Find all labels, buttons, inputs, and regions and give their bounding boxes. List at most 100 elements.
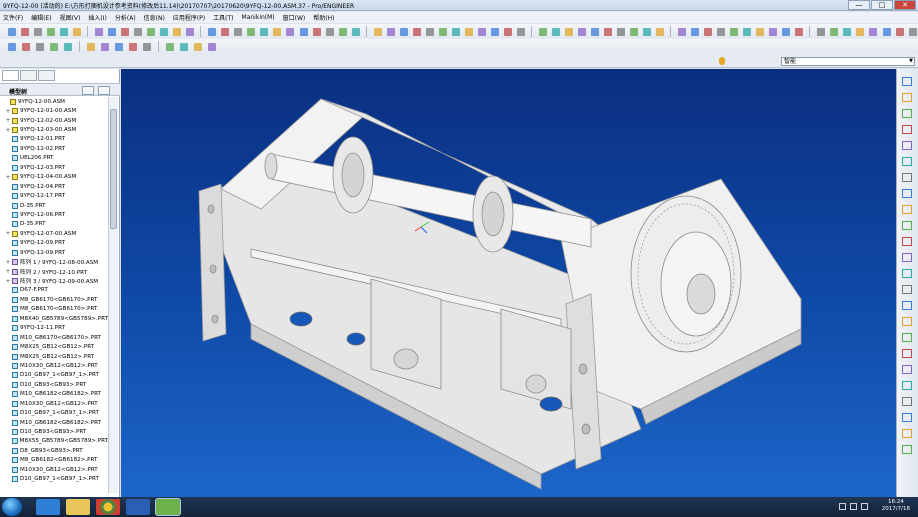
proe-icon[interactable] (155, 498, 181, 516)
toolbar-button-icon[interactable] (145, 26, 156, 38)
toolbar-button-icon[interactable] (141, 41, 153, 53)
toolbar-button-icon[interactable] (450, 26, 461, 38)
toolbar-button-icon[interactable] (463, 26, 474, 38)
sketch-tool-icon[interactable] (902, 397, 912, 406)
toolbar-button-icon[interactable] (854, 26, 865, 38)
tree-node[interactable]: D10_GB97_1<GB97_1>.PRT (0, 408, 108, 417)
sketch-tool-icon[interactable] (902, 157, 912, 166)
toolbar-button-icon[interactable] (589, 26, 600, 38)
toolbar-button-icon[interactable] (907, 26, 918, 38)
toolbar-button-icon[interactable] (127, 41, 139, 53)
word-icon[interactable] (126, 499, 150, 515)
sketch-tool-icon[interactable] (902, 445, 912, 454)
toolbar-button-icon[interactable] (398, 26, 409, 38)
toolbar-button-icon[interactable] (184, 26, 195, 38)
toolbar-button-icon[interactable] (489, 26, 500, 38)
toolbar-button-icon[interactable] (271, 26, 282, 38)
tray-network-icon[interactable] (850, 503, 857, 510)
toolbar-button-icon[interactable] (337, 26, 348, 38)
toolbar-button-icon[interactable] (372, 26, 383, 38)
sketch-tool-icon[interactable] (902, 365, 912, 374)
sketch-tool-icon[interactable] (902, 109, 912, 118)
tree-node[interactable]: D-35.PRT (0, 220, 108, 229)
toolbar-button-icon[interactable] (628, 26, 639, 38)
model-tree-scrollbar[interactable] (108, 97, 118, 493)
toolbar-button-icon[interactable] (192, 41, 204, 53)
toolbar-button-icon[interactable] (828, 26, 839, 38)
toolbar-button-icon[interactable] (32, 26, 43, 38)
tree-node[interactable]: +9YFQ-12-02-00.ASM (0, 116, 108, 125)
toolbar-button-icon[interactable] (602, 26, 613, 38)
chrome-icon[interactable] (96, 499, 120, 515)
settings-icon[interactable] (82, 86, 94, 95)
toolbar-button-icon[interactable] (6, 26, 17, 38)
toolbar-button-icon[interactable] (48, 41, 60, 53)
toolbar-button-icon[interactable] (767, 26, 778, 38)
tree-node[interactable]: M8X25_GB12<GB12>.PRT (0, 342, 108, 351)
sketch-tool-icon[interactable] (902, 125, 912, 134)
toolbar-button-icon[interactable] (62, 41, 74, 53)
tree-node[interactable]: M8_GB6170<GB6170>.PRT (0, 305, 108, 314)
toolbar-button-icon[interactable] (206, 41, 218, 53)
sketch-tool-icon[interactable] (902, 285, 912, 294)
toolbar-button-icon[interactable] (641, 26, 652, 38)
menu-help[interactable]: 帮助(H) (313, 13, 334, 22)
tree-node[interactable]: 9YFQ-12-06.PRT (0, 210, 108, 219)
graphics-viewport[interactable] (121, 69, 896, 497)
toolbar-button-icon[interactable] (676, 26, 687, 38)
sketch-tool-icon[interactable] (902, 301, 912, 310)
scroll-thumb[interactable] (110, 109, 117, 229)
toolbar-button-icon[interactable] (311, 26, 322, 38)
sketch-tool-icon[interactable] (902, 349, 912, 358)
toolbar-button-icon[interactable] (34, 41, 46, 53)
menu-window[interactable]: 窗口(W) (283, 13, 306, 22)
menu-edit[interactable]: 编辑(E) (31, 13, 51, 22)
tree-node[interactable]: M8X40_GB5789<GB5789>.PRT (0, 314, 108, 323)
expand-toggle[interactable]: + (4, 230, 12, 237)
sketch-tool-icon[interactable] (902, 269, 912, 278)
toolbar-button-icon[interactable] (45, 26, 56, 38)
sketch-tool-icon[interactable] (902, 93, 912, 102)
toolbar-button-icon[interactable] (385, 26, 396, 38)
toolbar-button-icon[interactable] (881, 26, 892, 38)
sketch-tool-icon[interactable] (902, 237, 912, 246)
sketch-tool-icon[interactable] (902, 429, 912, 438)
tree-node[interactable]: + 阵列 3 / 9YFQ-12-09-00.ASM (0, 276, 108, 286)
tree-node[interactable]: 9YFQ-12-09.PRT (0, 239, 108, 248)
tree-node[interactable]: D-35.PRT (0, 201, 108, 210)
minimize-button[interactable]: — (848, 0, 870, 10)
tree-node[interactable]: +9YFQ-12-01-00.ASM (0, 106, 108, 115)
tree-node[interactable]: UEL206.PRT (0, 154, 108, 163)
tree-node[interactable]: +9YFQ-12-04-00.ASM (0, 173, 108, 182)
sketch-tool-icon[interactable] (902, 333, 912, 342)
expand-toggle[interactable]: + (4, 174, 12, 181)
expand-toggle[interactable]: + (4, 259, 12, 266)
toolbar-button-icon[interactable] (654, 26, 665, 38)
toolbar-button-icon[interactable] (258, 26, 269, 38)
toolbar-button-icon[interactable] (132, 26, 143, 38)
start-button[interactable] (2, 498, 22, 516)
toolbar-button-icon[interactable] (437, 26, 448, 38)
toolbar-button-icon[interactable] (6, 41, 18, 53)
toolbar-button-icon[interactable] (206, 26, 217, 38)
close-button[interactable]: ✕ (894, 0, 916, 10)
toolbar-button-icon[interactable] (20, 41, 32, 53)
menu-analysis[interactable]: 分析(A) (115, 13, 136, 22)
menu-insert[interactable]: 插入(I) (88, 13, 106, 22)
sketch-tool-icon[interactable] (902, 221, 912, 230)
toolbar-button-icon[interactable] (232, 26, 243, 38)
toolbar-button-icon[interactable] (841, 26, 852, 38)
tree-node[interactable]: 9YFQ-12-04.PRT (0, 182, 108, 191)
toolbar-button-icon[interactable] (178, 41, 190, 53)
tree-node[interactable]: +9YFQ-12-03-00.ASM (0, 125, 108, 134)
toolbar-button-icon[interactable] (815, 26, 826, 38)
sketch-tool-icon[interactable] (902, 253, 912, 262)
tree-node[interactable]: D10_GB97_1<GB97_1>.PRT (0, 371, 108, 380)
tab-model-tree[interactable] (2, 70, 19, 81)
toolbar-button-icon[interactable] (867, 26, 878, 38)
tree-node[interactable]: D10_GB93<GB93>.PRT (0, 427, 108, 436)
toolbar-button-icon[interactable] (164, 41, 176, 53)
toolbar-button-icon[interactable] (219, 26, 230, 38)
sketch-tool-icon[interactable] (902, 205, 912, 214)
sketch-tool-icon[interactable] (902, 381, 912, 390)
